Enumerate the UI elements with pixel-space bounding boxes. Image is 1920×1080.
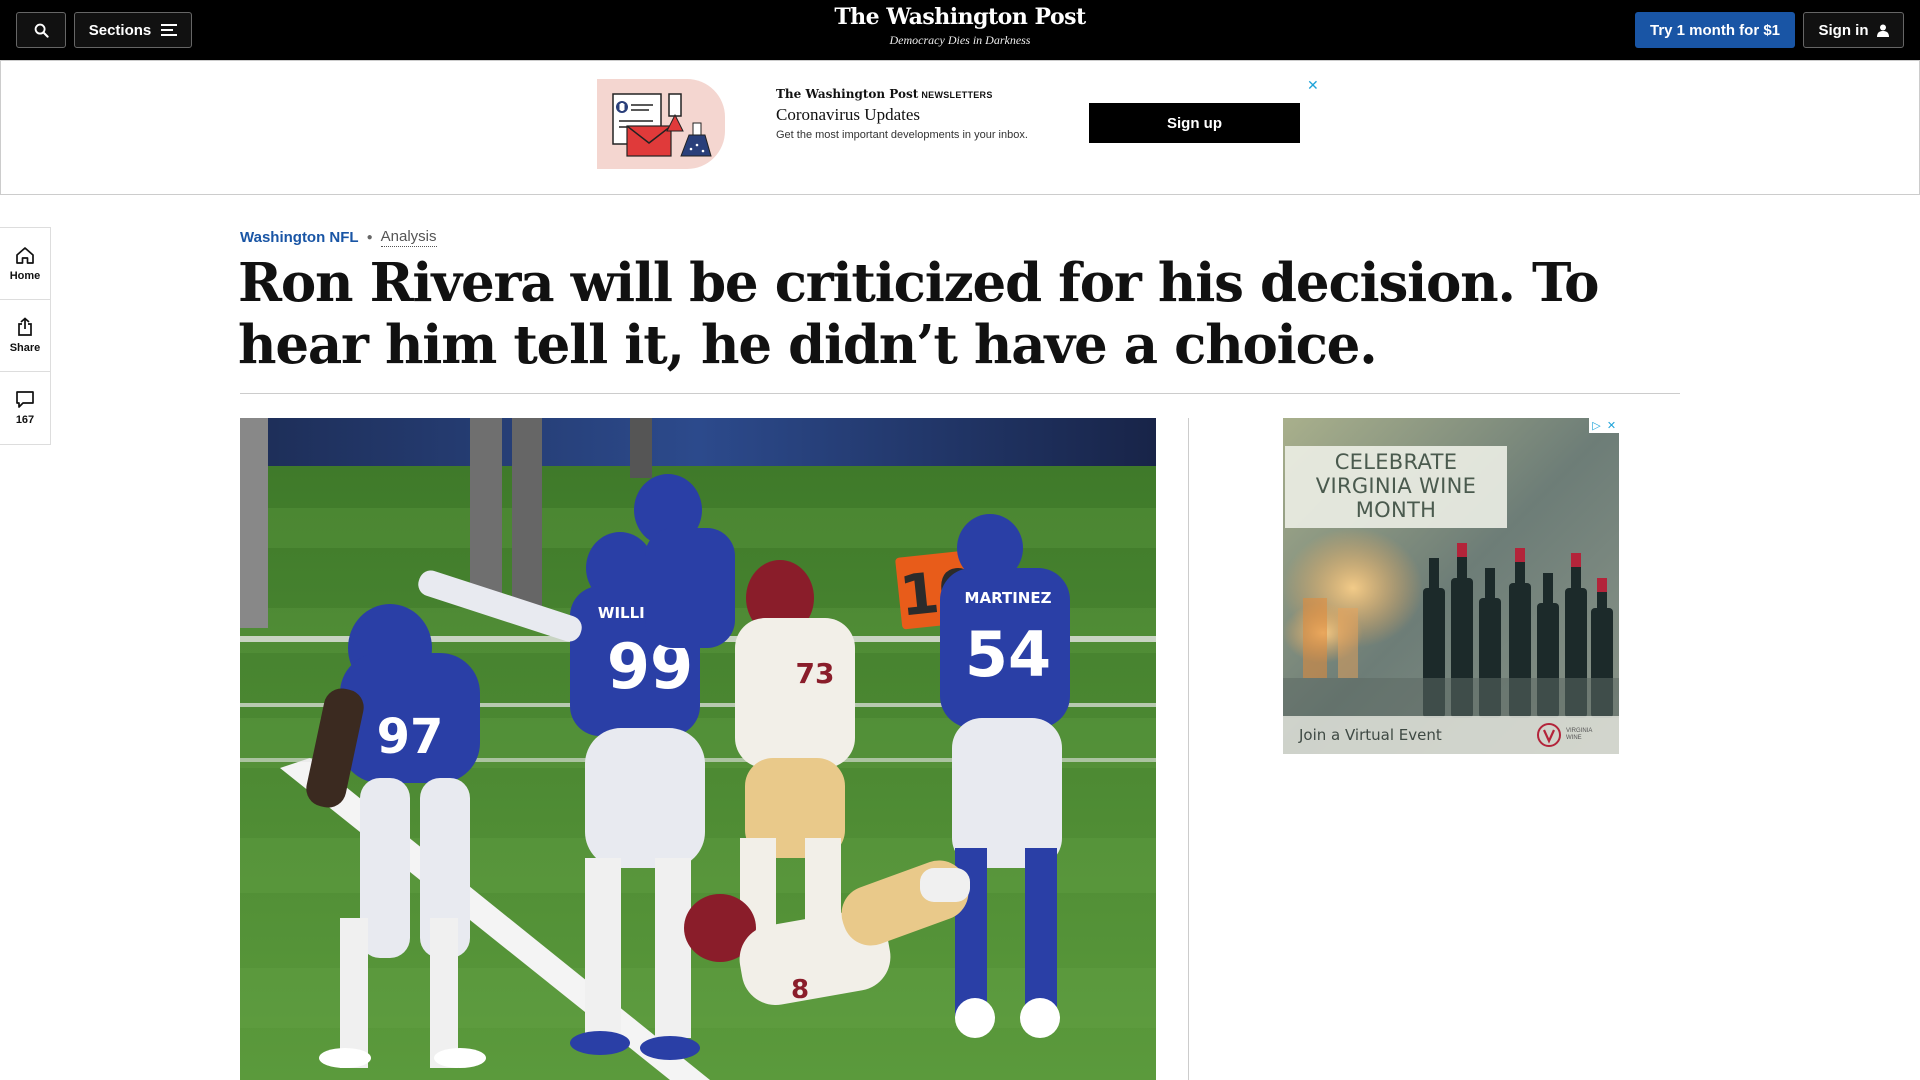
article-action-rail: Home Share 167 <box>0 227 51 445</box>
side-ad-footer: Join a Virtual Event VIRGINIA WINE <box>1283 716 1619 754</box>
sign-in-button[interactable]: Sign in <box>1803 12 1904 48</box>
article-kicker: Washington NFL ● Analysis <box>240 228 437 247</box>
user-icon <box>1876 24 1889 37</box>
column-divider <box>1188 418 1189 1080</box>
side-ad-headline: CELEBRATE VIRGINIA WINE MONTH <box>1285 446 1507 528</box>
masthead: The Washington Post Democracy Dies in Da… <box>0 4 1920 48</box>
ad-close-icon[interactable]: ✕ <box>1604 418 1619 433</box>
side-ad[interactable]: CELEBRATE VIRGINIA WINE MONTH ▷ ✕ Join a… <box>1283 418 1619 754</box>
side-ad-cta[interactable]: Join a Virtual Event <box>1299 726 1442 744</box>
newsletter-ad-banner: The Washington Post NEWSLETTERS Coronavi… <box>0 60 1920 195</box>
comment-icon <box>16 391 34 408</box>
lead-photo[interactable]: 10 97 WILLIAMS 99 73 MARTINEZ 54 8 <box>240 418 1156 1080</box>
top-nav: Sections The Washington Post Democracy D… <box>0 0 1920 60</box>
photo-jersey-number: 8 <box>791 975 809 1005</box>
article-headline: Ron Rivera will be criticized for his de… <box>238 252 1600 376</box>
ad-choices[interactable]: ▷ ✕ <box>1589 418 1619 433</box>
photo-jersey-number: 97 <box>377 709 444 765</box>
newsletter-brand-suffix: NEWSLETTERS <box>921 90 993 100</box>
share-icon <box>18 317 32 336</box>
rail-share-button[interactable]: Share <box>0 300 50 372</box>
rail-comments-button[interactable]: 167 <box>0 372 50 444</box>
newsletter-illustration <box>597 79 725 169</box>
sign-in-label: Sign in <box>1818 21 1869 39</box>
subscribe-button[interactable]: Try 1 month for $1 <box>1635 12 1795 48</box>
section-link[interactable]: Washington NFL <box>240 229 359 246</box>
photo-jersey-name: MARTINEZ <box>965 589 1052 607</box>
photo-jersey-number: 73 <box>796 657 835 690</box>
rail-comments-count: 167 <box>15 414 35 426</box>
newsletter-title: Coronavirus Updates <box>776 105 921 124</box>
newsletter-brand: The Washington Post NEWSLETTERS <box>776 87 993 101</box>
side-ad-brand: VIRGINIA WINE <box>1566 728 1593 741</box>
rail-share-label: Share <box>9 342 41 354</box>
header-divider <box>240 393 1680 394</box>
newsletter-signup-button[interactable]: Sign up <box>1089 103 1300 143</box>
virginia-wine-logo-icon <box>1537 723 1561 747</box>
kicker-separator: ● <box>366 232 373 243</box>
site-tagline: Democracy Dies in Darkness <box>889 33 1031 47</box>
photo-jersey-number: 54 <box>965 618 1051 691</box>
home-icon <box>16 246 34 264</box>
rail-home-button[interactable]: Home <box>0 228 50 300</box>
newsletter-brand-logo: The Washington Post <box>776 87 919 101</box>
rail-home-label: Home <box>9 269 41 282</box>
newsletter-description: Get the most important developments in y… <box>776 129 1028 141</box>
article-type-label[interactable]: Analysis <box>380 228 437 247</box>
site-logo[interactable]: The Washington Post <box>0 4 1920 30</box>
ad-info-icon[interactable]: ▷ <box>1589 418 1604 433</box>
close-ad-icon[interactable]: ✕ <box>1307 77 1319 94</box>
